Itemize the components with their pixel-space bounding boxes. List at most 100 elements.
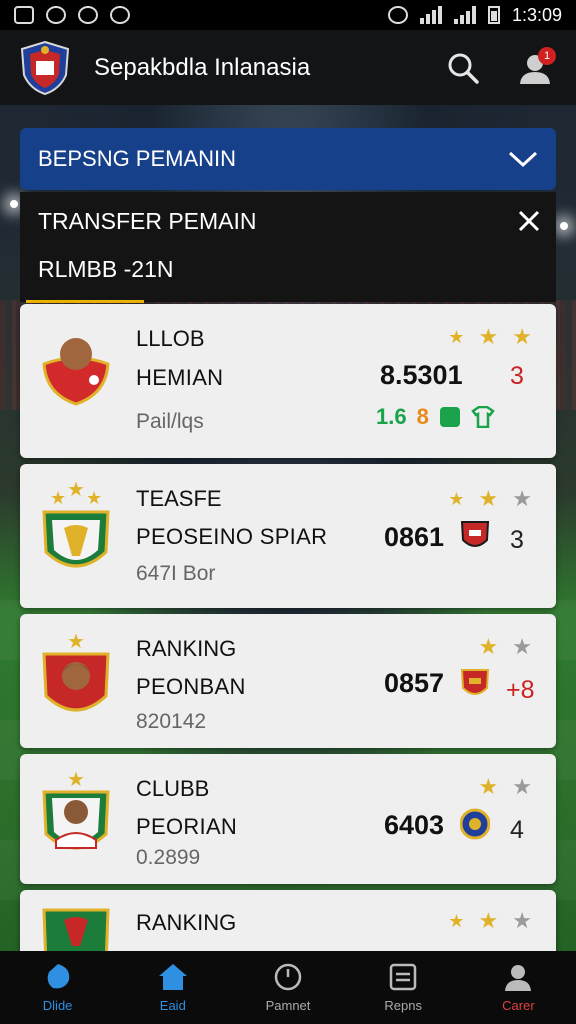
player-crest-icon: [42, 338, 110, 406]
dropdown-label: BEPSNG PEMANIN: [38, 146, 237, 171]
nav-item-clock[interactable]: Pamnet: [230, 951, 345, 1024]
player-crest-icon: ★: [42, 631, 110, 712]
battery-icon: [487, 6, 500, 24]
star-icon: ★: [478, 774, 499, 799]
svg-text:★: ★: [67, 631, 85, 653]
card-meta: 0.2899: [136, 846, 201, 869]
player-score: 0861: [384, 522, 445, 552]
card-meta: 647I Bor: [136, 562, 216, 585]
svg-text:★: ★: [67, 769, 85, 791]
club-badge-icon: [460, 669, 490, 695]
card-title: RANKING: [136, 910, 237, 935]
player-crest-icon: ★: [42, 769, 110, 850]
svg-text:★: ★: [67, 482, 85, 501]
player-score: 0857: [384, 668, 445, 698]
rank-change: 3: [510, 526, 524, 554]
bottom-navigation: Dlide Eaid Pamnet Repns Carer: [0, 951, 576, 1024]
star-icon: ★: [448, 489, 465, 509]
search-icon: [448, 53, 479, 84]
star-icon: ★: [448, 911, 465, 931]
wifi-icon: [419, 6, 442, 24]
chevron-down-icon: [508, 151, 538, 168]
rank-change: +8: [506, 676, 535, 704]
nav-label: Eaid: [159, 998, 186, 1013]
rating-stars: ★ ★ ★: [448, 488, 532, 510]
profile-notification-button[interactable]: 1: [514, 46, 556, 89]
transfer-panel: TRANSFER PEMAIN RLMBB -21N: [20, 192, 556, 303]
close-icon: [518, 210, 540, 232]
clock-icon: [274, 963, 302, 991]
card-meta: 820142: [136, 710, 207, 733]
card-meta: Pail/lqs: [136, 410, 204, 433]
nav-label: Pamnet: [265, 998, 311, 1013]
player-score: 8.5301: [380, 360, 463, 390]
floodlight: [10, 200, 18, 208]
svg-text:★: ★: [50, 488, 66, 508]
rank-change: 3: [510, 362, 524, 390]
star-icon: ★: [512, 908, 532, 933]
app-title: Sepakbdla Inlanasia: [94, 53, 311, 81]
status-time: 1:3:09: [511, 4, 562, 25]
card-title: CLUBB: [136, 776, 210, 801]
player-card[interactable]: ★ CLUBB PEORIAN 0.2899 ★ ★ 6403 4: [20, 754, 556, 884]
card-name: PEOSEINO SPIAR: [136, 524, 328, 549]
player-card[interactable]: ★ RANKING PEONBAN 820142 ★ ★ 0857 +8: [20, 614, 556, 748]
star-icon: ★: [478, 486, 499, 511]
stat-value: 8: [416, 404, 429, 429]
call-icon: [387, 6, 408, 24]
club-badge-icon: [460, 521, 490, 547]
search-button[interactable]: [442, 47, 484, 89]
status-bar: 1:3:09: [0, 0, 576, 30]
nav-label: Dlide: [42, 998, 73, 1013]
list-icon: [389, 963, 417, 991]
star-icon: ★: [478, 908, 499, 933]
tab-indicator: [26, 300, 144, 303]
card-name: PEONBAN: [136, 674, 246, 699]
nav-label: Carer: [502, 998, 535, 1013]
profile-icon: [505, 965, 532, 991]
nav-item-list[interactable]: Repns: [346, 951, 461, 1024]
panel-title: TRANSFER PEMAIN: [38, 208, 257, 234]
nav-item-profile[interactable]: Carer: [461, 951, 576, 1024]
gallery-icon: [14, 6, 34, 24]
sports-icon: [47, 964, 69, 989]
card-title: LLLOB: [136, 326, 205, 351]
player-card[interactable]: ★ ★ ★ TEASFE PEOSEINO SPIAR 647I Bor ★ ★…: [20, 464, 556, 608]
app-bar: Sepakbdla Inlanasia 1: [0, 30, 576, 105]
card-title: RANKING: [136, 636, 237, 661]
rating-stars: ★ ★ ★: [448, 910, 532, 932]
star-icon: ★: [512, 324, 532, 349]
player-card[interactable]: LLLOB HEMIAN Pail/lqs ★ ★ ★ 8.5301 3 1.6…: [20, 304, 556, 458]
card-name: PEORIAN: [136, 814, 238, 839]
star-icon: ★: [478, 324, 499, 349]
stat-row: 1.6 8: [376, 404, 495, 430]
home-icon: [158, 964, 187, 990]
federation-logo-icon: [20, 40, 70, 95]
star-icon: ★: [512, 486, 532, 511]
panel-subtitle: RLMBB -21N: [38, 256, 174, 282]
stat-shirt-icon: [471, 406, 495, 428]
speed-icon: [78, 6, 98, 24]
rank-change: 4: [510, 816, 524, 844]
player-score: 6403: [384, 810, 445, 840]
card-title: TEASFE: [136, 486, 222, 511]
close-button[interactable]: [514, 206, 544, 236]
shield-icon: [110, 6, 130, 24]
rating-stars: ★ ★: [479, 636, 532, 658]
nav-item-home[interactable]: Eaid: [115, 951, 230, 1024]
card-name: HEMIAN: [136, 365, 224, 390]
star-icon: ★: [448, 327, 465, 347]
svg-text:★: ★: [86, 488, 102, 508]
nav-item-sports[interactable]: Dlide: [0, 951, 115, 1024]
signal-icon: [453, 6, 476, 24]
nav-label: Repns: [384, 998, 422, 1013]
star-icon: ★: [478, 634, 499, 659]
player-filter-dropdown[interactable]: BEPSNG PEMANIN: [20, 128, 556, 190]
star-icon: ★: [512, 774, 532, 799]
stat-badge-icon: [439, 407, 460, 427]
notification-badge: 1: [538, 46, 556, 65]
settings-icon: [46, 6, 66, 24]
floodlight: [560, 222, 568, 230]
stat-value: 1.6: [376, 404, 407, 429]
rating-stars: ★ ★: [479, 776, 532, 798]
